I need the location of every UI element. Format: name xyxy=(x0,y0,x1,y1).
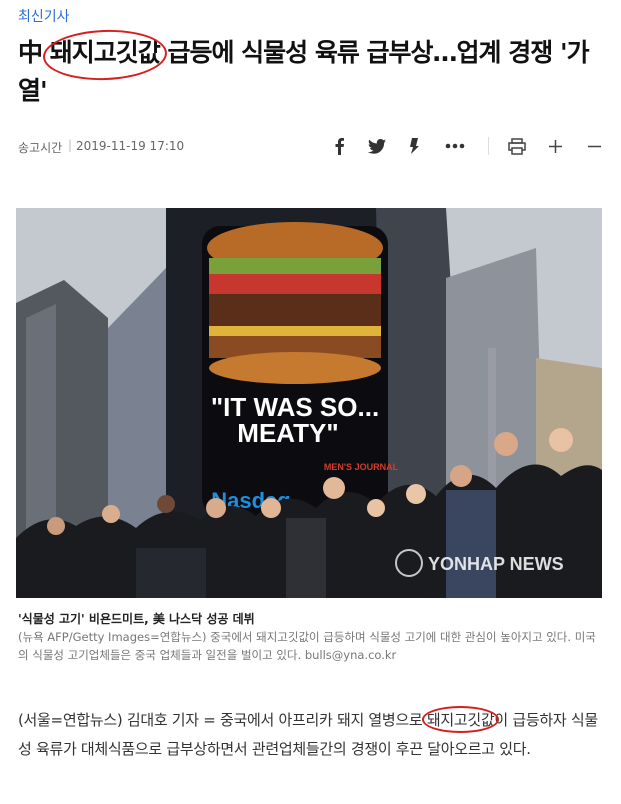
font-decrease-icon[interactable] xyxy=(583,135,605,157)
send-time-label: 송고시간 xyxy=(18,141,63,155)
facebook-icon[interactable] xyxy=(328,135,350,157)
body-text-before: (서울=연합뉴스) 김대호 기자 = 중국에서 아프리카 돼지 열병으로 xyxy=(18,711,427,729)
billboard-text-line2: MEATY" xyxy=(237,418,338,448)
photo-caption-body: (뉴욕 AFP/Getty Images=연합뉴스) 중국에서 돼지고깃값이 급… xyxy=(18,630,596,662)
article-body-paragraph: (서울=연합뉴스) 김대호 기자 = 중국에서 아프리카 돼지 열병으로 돼지고… xyxy=(18,706,606,764)
print-icon[interactable] xyxy=(506,135,528,157)
story-icon[interactable] xyxy=(403,135,425,157)
toolbar-divider xyxy=(488,137,489,155)
category-label[interactable]: 최신기사 xyxy=(18,6,70,26)
headline-circled-term: 돼지고깃값 xyxy=(41,27,168,83)
body-circled-term: 돼지고깃값 xyxy=(421,706,500,733)
twitter-icon[interactable] xyxy=(366,135,388,157)
headline-circled-text: 돼지고깃값 xyxy=(49,38,161,67)
send-time-value: 2019-11-19 17:10 xyxy=(76,139,185,153)
photo-caption-title: '식물성 고기' 비욘드미트, 美 나스닥 성공 데뷔 xyxy=(18,612,255,626)
headline-prefix: 中 xyxy=(18,38,50,67)
photo-watermark: YONHAP NEWS xyxy=(428,554,564,574)
article-meta-row: 송고시간 | 2019-11-19 17:10 xyxy=(18,135,603,159)
article-headline: 中 돼지고깃값 급등에 식물성 육류 급부상…업계 경쟁 '가열' xyxy=(18,27,608,110)
body-circled-text: 돼지고깃값 xyxy=(426,711,495,729)
more-icon[interactable] xyxy=(444,135,466,157)
billboard-tag: MEN'S JOURNAL xyxy=(324,462,399,472)
font-increase-icon[interactable] xyxy=(544,135,566,157)
meta-separator: | xyxy=(68,138,73,152)
article-photo[interactable]: "IT WAS SO... MEATY" MEN'S JOURNAL Nasda… xyxy=(16,208,602,598)
